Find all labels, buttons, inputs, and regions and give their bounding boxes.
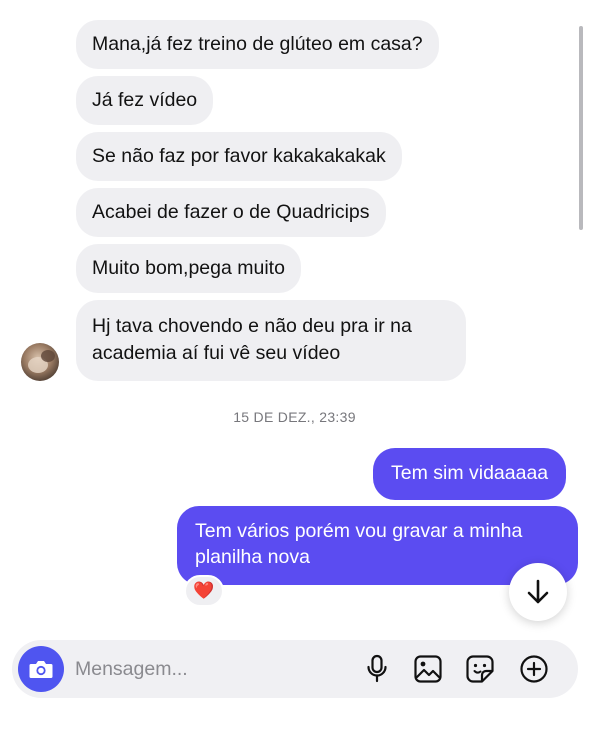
arrow-down-icon: [527, 579, 549, 604]
incoming-message[interactable]: Se não faz por favor kakakakakak: [76, 132, 402, 181]
camera-button[interactable]: [18, 646, 64, 692]
heart-icon: ❤️: [193, 581, 215, 600]
microphone-button[interactable]: [361, 653, 393, 685]
incoming-message[interactable]: Muito bom,pega muito: [76, 244, 301, 293]
plus-circle-icon: [520, 655, 548, 683]
sticker-button[interactable]: [464, 653, 496, 685]
message-input[interactable]: [75, 654, 315, 684]
microphone-icon: [367, 654, 387, 683]
incoming-message[interactable]: Mana,já fez treino de glúteo em casa?: [76, 20, 439, 69]
camera-icon: [29, 661, 53, 678]
message-timestamp: 15 DE DEZ., 23:39: [233, 409, 356, 425]
reaction-badge[interactable]: ❤️: [184, 575, 224, 607]
sticker-icon: [466, 655, 494, 683]
incoming-message[interactable]: Hj tava chovendo e não deu pra ir na aca…: [76, 300, 466, 381]
gallery-button[interactable]: [412, 653, 444, 685]
chat-thread: Mana,já fez treino de glúteo em casa? Já…: [0, 0, 589, 755]
scroll-to-bottom-button[interactable]: [509, 563, 567, 621]
avatar-photo: [21, 343, 59, 381]
more-button[interactable]: [518, 653, 550, 685]
scrollbar[interactable]: [579, 26, 583, 230]
gallery-icon: [414, 655, 442, 683]
message-composer: [12, 640, 578, 698]
avatar[interactable]: [21, 343, 59, 381]
outgoing-message[interactable]: Tem sim vidaaaaa: [373, 448, 567, 500]
incoming-message[interactable]: Acabei de fazer o de Quadricips: [76, 188, 386, 237]
incoming-message[interactable]: Já fez vídeo: [76, 76, 214, 125]
